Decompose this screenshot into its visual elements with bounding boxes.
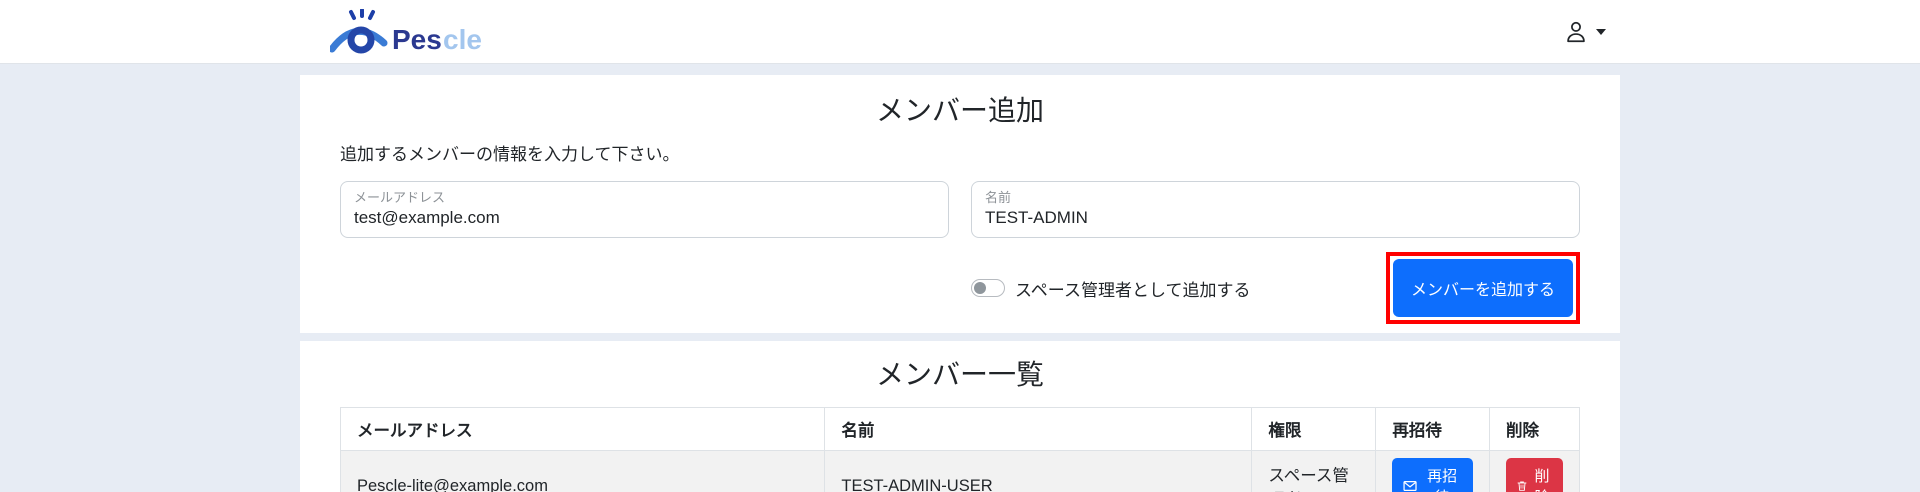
reinvite-button-label: 再招待 xyxy=(1427,468,1458,492)
mail-icon xyxy=(1403,480,1417,492)
header-role: 権限 xyxy=(1251,407,1377,451)
table-row: Pescle-lite@example.com TEST-ADMIN-USER … xyxy=(339,450,1581,492)
cell-email: Pescle-lite@example.com xyxy=(339,450,826,492)
admin-toggle-switch[interactable] xyxy=(971,279,1005,297)
controls-actions: スペース管理者として追加する メンバーを追加する xyxy=(971,252,1580,324)
header-reinvite: 再招待 xyxy=(1375,407,1490,451)
page-content: メンバー追加 追加するメンバーの情報を入力して下さい。 メールアドレス 名前 ス… xyxy=(0,64,1920,492)
trash-icon xyxy=(1517,481,1527,491)
logo-text-secondary: cle xyxy=(443,24,482,55)
chevron-down-icon xyxy=(1596,28,1606,35)
admin-toggle-group[interactable]: スペース管理者として追加する xyxy=(971,276,1250,301)
delete-button-label: 削除 xyxy=(1534,468,1550,492)
name-field[interactable]: 名前 xyxy=(971,181,1580,238)
add-member-title: メンバー追加 xyxy=(875,95,1044,126)
red-highlight-annotation: メンバーを追加する xyxy=(1386,252,1580,324)
name-field-label: 名前 xyxy=(985,190,1012,205)
pescle-logo[interactable]: Pes cle xyxy=(330,8,486,55)
person-icon xyxy=(1567,21,1585,42)
member-list-title: メンバー一覧 xyxy=(875,359,1044,390)
top-navigation-bar: Pes cle xyxy=(0,0,1920,64)
add-member-instruction: 追加するメンバーの情報を入力して下さい。 xyxy=(340,145,680,164)
member-table-header-row: メールアドレス 名前 権限 再招待 削除 xyxy=(339,407,1581,451)
member-table: メールアドレス 名前 権限 再招待 削除 Pescle-lite@example… xyxy=(339,407,1581,492)
delete-button[interactable]: 削除 xyxy=(1505,458,1563,492)
email-input[interactable] xyxy=(354,206,935,229)
header-name: 名前 xyxy=(824,407,1253,451)
header-delete: 削除 xyxy=(1488,407,1581,451)
member-list-card: メンバー一覧 メールアドレス 名前 権限 再招待 削除 Pescle-lite@… xyxy=(300,341,1620,492)
cell-name: TEST-ADMIN-USER xyxy=(824,450,1253,492)
email-field[interactable]: メールアドレス xyxy=(340,181,949,238)
user-menu-button[interactable] xyxy=(1561,15,1608,49)
controls-spacer xyxy=(340,252,949,324)
cell-reinvite: 再招待 xyxy=(1375,450,1490,492)
add-member-card: メンバー追加 追加するメンバーの情報を入力して下さい。 メールアドレス 名前 ス… xyxy=(300,75,1620,333)
toggle-knob xyxy=(974,282,986,294)
pescle-eye-icon: Pes cle xyxy=(330,8,482,55)
cell-delete: 削除 xyxy=(1488,450,1581,492)
admin-toggle-label: スペース管理者として追加する xyxy=(1015,280,1251,300)
member-fields-row: メールアドレス 名前 xyxy=(340,181,1580,238)
name-input[interactable] xyxy=(985,206,1566,229)
header-email: メールアドレス xyxy=(339,407,826,451)
reinvite-button[interactable]: 再招待 xyxy=(1392,458,1473,492)
email-field-label: メールアドレス xyxy=(354,190,446,205)
add-member-button[interactable]: メンバーを追加する xyxy=(1393,259,1573,317)
cell-role: スペース管理者 xyxy=(1251,450,1377,492)
controls-row: スペース管理者として追加する メンバーを追加する xyxy=(340,252,1580,324)
logo-text-primary: Pes xyxy=(392,24,442,55)
